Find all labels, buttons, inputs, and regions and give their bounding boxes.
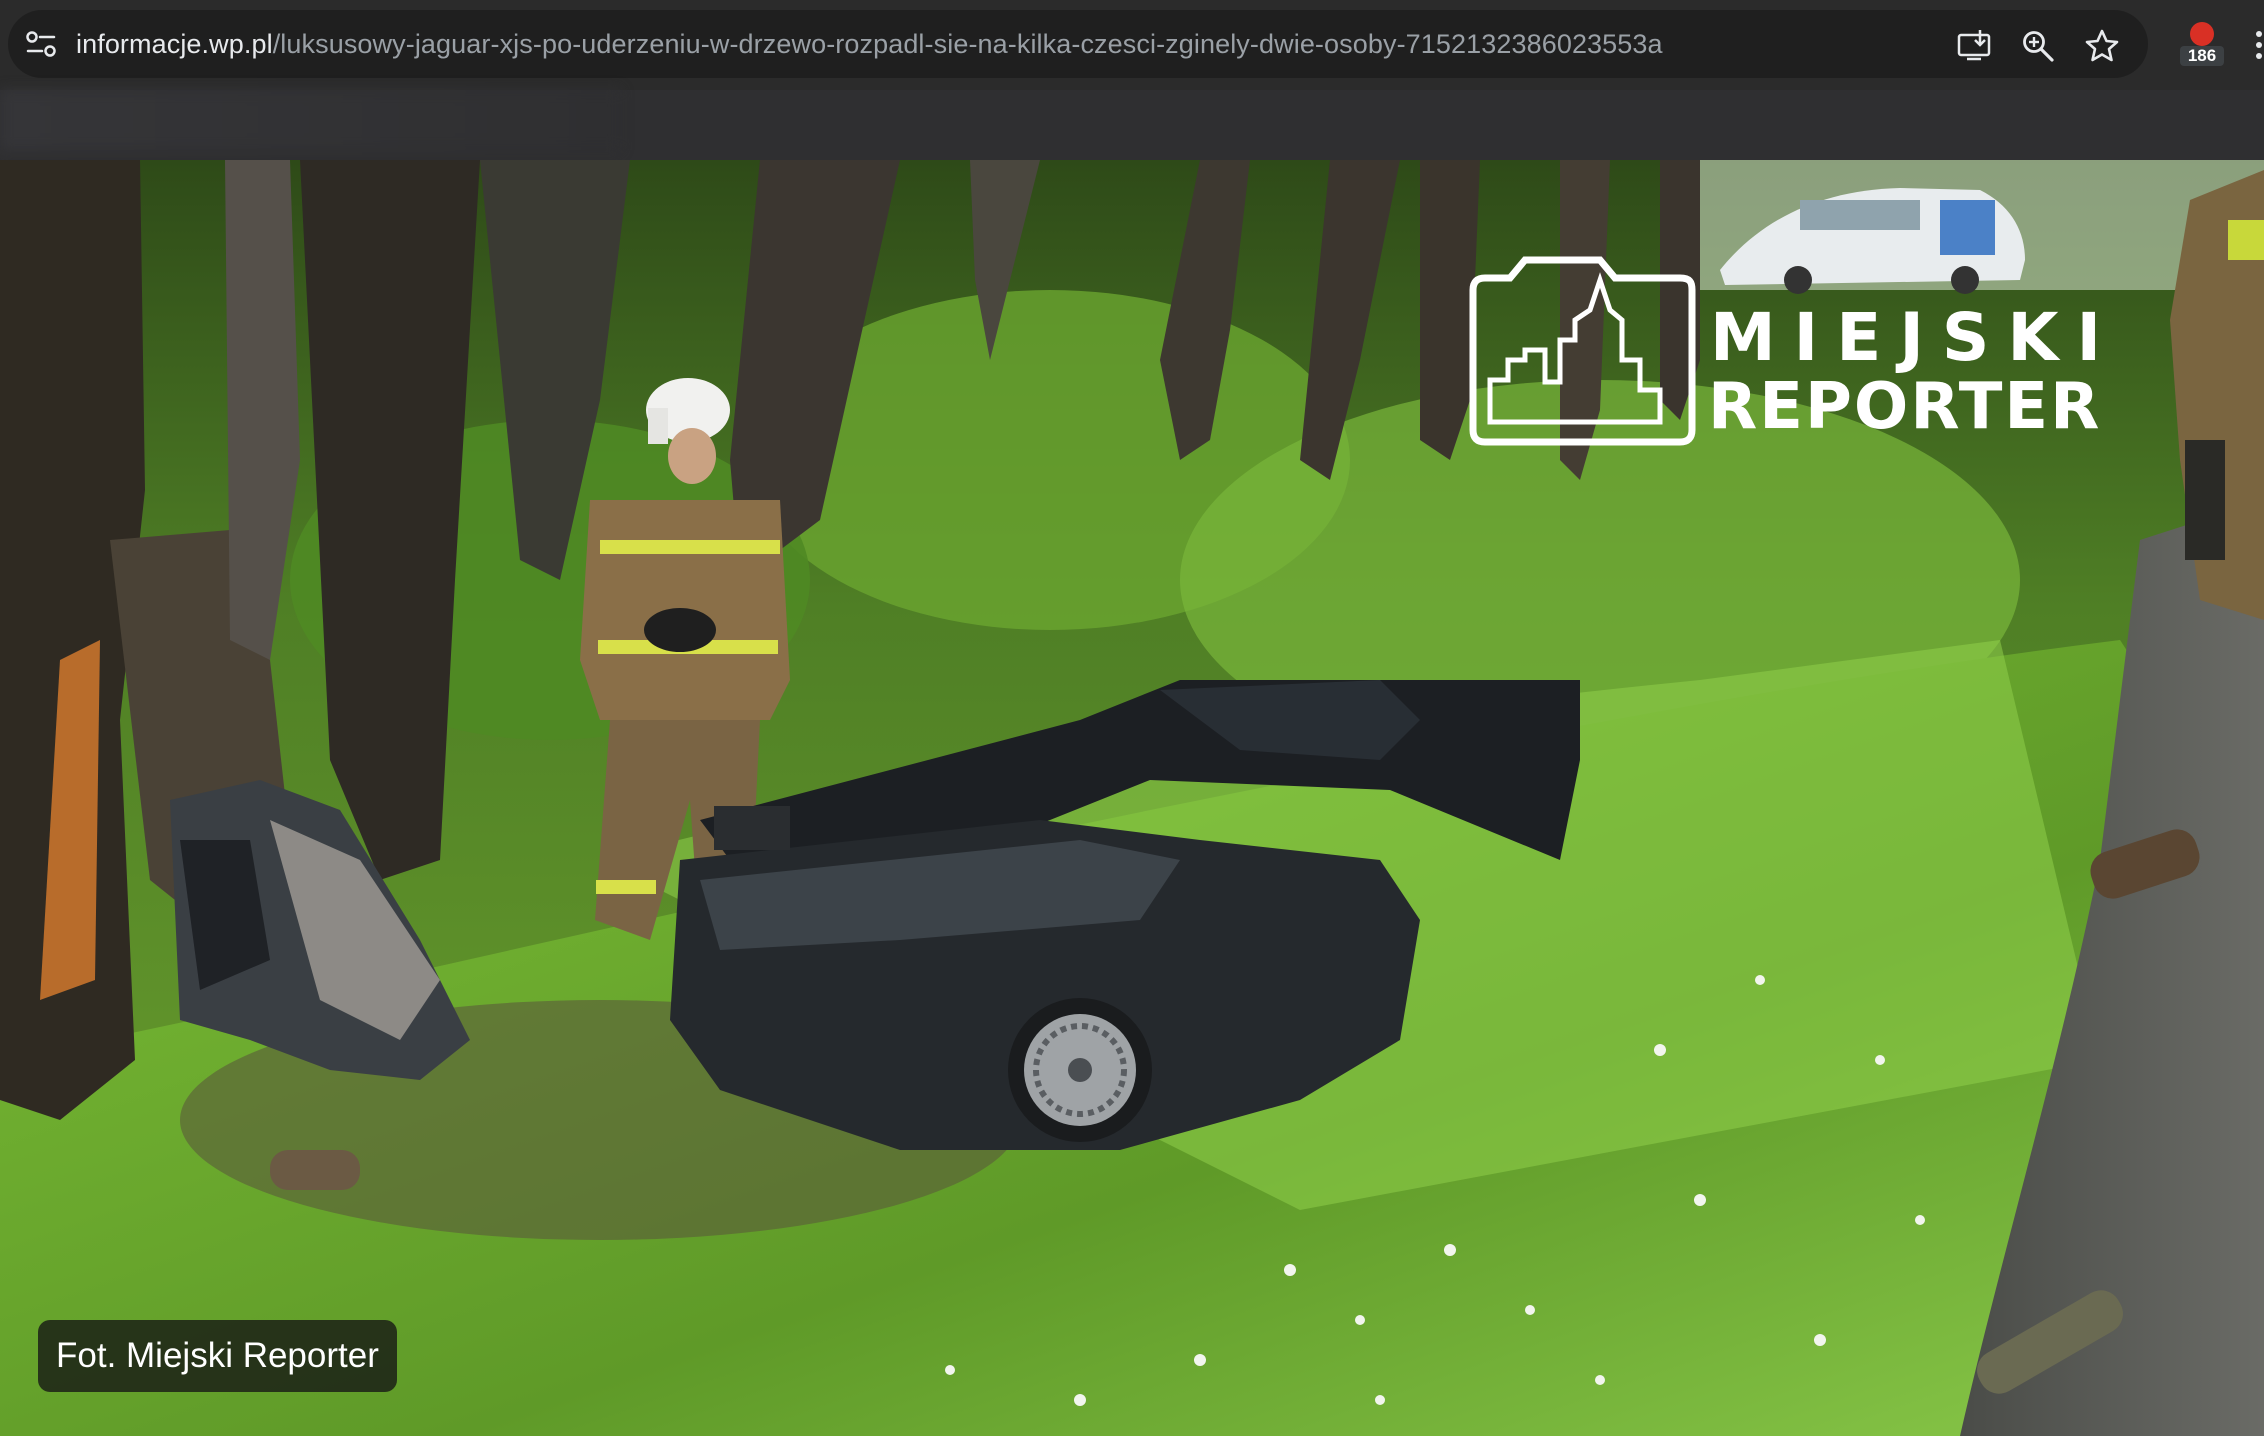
url-path: /luksusowy-jaguar-xjs-po-uderzeniu-w-drz… [272, 29, 1663, 59]
extension-logo-icon [2190, 22, 2214, 46]
bookmarks-bar-blurred [0, 90, 620, 150]
browser-toolbar: informacje.wp.pl/luksusowy-jaguar-xjs-po… [0, 0, 2264, 90]
site-info-icon[interactable] [22, 26, 62, 62]
bookmark-star-icon[interactable] [2084, 28, 2120, 64]
stump [270, 1150, 360, 1190]
watermark-line1: MIEJSKI [1710, 299, 2119, 376]
watermark-line2: REPORTER [1708, 370, 2101, 444]
install-app-icon[interactable] [1956, 28, 1992, 64]
url-host: informacje.wp.pl [76, 29, 273, 59]
extension-icon[interactable]: 186 [2180, 20, 2224, 70]
photo-caption: Fot. Miejski Reporter [38, 1320, 397, 1392]
article-photo: MIEJSKI REPORTER Fot. Miejski Reporter [0, 160, 2264, 1436]
url-text[interactable]: informacje.wp.pl/luksusowy-jaguar-xjs-po… [76, 27, 1663, 61]
extension-badge-count: 186 [2180, 46, 2224, 66]
zoom-icon[interactable] [2020, 28, 2056, 64]
more-icon[interactable] [2254, 28, 2264, 62]
photo-scene: MIEJSKI REPORTER [0, 160, 2264, 1436]
address-bar[interactable]: informacje.wp.pl/luksusowy-jaguar-xjs-po… [8, 10, 2148, 78]
